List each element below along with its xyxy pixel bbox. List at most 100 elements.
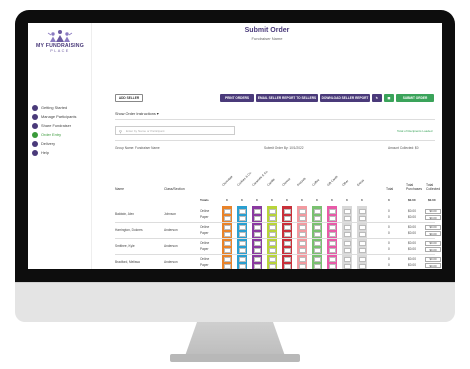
sidebar-item-share-fundraiser[interactable]: Share Fundraiser xyxy=(32,121,90,130)
sidebar-item-manage-participants[interactable]: Manage Participants xyxy=(32,112,90,121)
quantity-input[interactable] xyxy=(253,257,261,262)
quantity-input[interactable] xyxy=(253,209,261,214)
quantity-input[interactable] xyxy=(253,247,261,253)
quantity-input[interactable] xyxy=(313,263,321,269)
quantity-input[interactable] xyxy=(268,209,276,214)
quantity-input[interactable] xyxy=(328,215,336,221)
quantity-input[interactable] xyxy=(238,209,246,214)
quantity-input[interactable] xyxy=(343,231,351,237)
quantity-input[interactable] xyxy=(358,257,366,262)
quantity-input[interactable] xyxy=(328,241,336,246)
quantity-input[interactable] xyxy=(238,263,246,269)
quantity-input[interactable] xyxy=(283,247,291,253)
sidebar-item-getting-started[interactable]: Getting Started xyxy=(32,103,90,112)
quantity-input[interactable] xyxy=(268,263,276,269)
print-orders-button[interactable]: PRINT ORDERS xyxy=(220,94,254,102)
collected-online-input[interactable]: $0.00 xyxy=(425,240,441,246)
quantity-input[interactable] xyxy=(223,241,231,246)
quantity-input[interactable] xyxy=(313,247,321,253)
quantity-input[interactable] xyxy=(283,209,291,214)
quantity-input[interactable] xyxy=(268,225,276,230)
quantity-input[interactable] xyxy=(268,231,276,237)
quantity-input[interactable] xyxy=(298,263,306,269)
collected-paper-input[interactable]: $0.00 xyxy=(425,215,441,220)
download-seller-report-button[interactable]: DOWNLOAD SELLER REPORT xyxy=(320,94,370,102)
quantity-input[interactable] xyxy=(358,247,366,253)
quantity-input[interactable] xyxy=(268,257,276,262)
quantity-input[interactable] xyxy=(328,231,336,237)
quantity-input[interactable] xyxy=(223,263,231,269)
quantity-input[interactable] xyxy=(343,257,351,262)
order-instructions-toggle[interactable]: Show Order Instructions ▾ xyxy=(115,111,159,116)
quantity-input[interactable] xyxy=(238,247,246,253)
quantity-input[interactable] xyxy=(253,241,261,246)
quantity-input[interactable] xyxy=(358,241,366,246)
quantity-input[interactable] xyxy=(223,257,231,262)
sidebar-item-order-entry[interactable]: Order Entry xyxy=(32,130,90,139)
submit-order-button[interactable]: SUBMIT ORDER xyxy=(396,94,434,102)
quantity-input[interactable] xyxy=(268,247,276,253)
quantity-input[interactable] xyxy=(298,231,306,237)
quantity-input[interactable] xyxy=(358,231,366,237)
quantity-input[interactable] xyxy=(283,231,291,237)
quantity-input[interactable] xyxy=(298,257,306,262)
sidebar-item-delivery[interactable]: Delivery xyxy=(32,139,90,148)
quantity-input[interactable] xyxy=(253,263,261,269)
quantity-input[interactable] xyxy=(328,257,336,262)
quantity-input[interactable] xyxy=(283,257,291,262)
collected-paper-input[interactable]: $0.00 xyxy=(425,231,441,236)
quantity-input[interactable] xyxy=(298,209,306,214)
email-seller-report-button[interactable]: EMAIL SELLER REPORT TO SELLERS xyxy=(256,94,318,102)
quantity-input[interactable] xyxy=(343,241,351,246)
grid-button[interactable]: ▦ xyxy=(384,94,394,102)
quantity-input[interactable] xyxy=(283,225,291,230)
quantity-input[interactable] xyxy=(223,215,231,221)
quantity-input[interactable] xyxy=(283,215,291,221)
refresh-button[interactable]: ↻ xyxy=(372,94,382,102)
quantity-input[interactable] xyxy=(268,215,276,221)
quantity-input[interactable] xyxy=(313,215,321,221)
quantity-input[interactable] xyxy=(328,247,336,253)
quantity-input[interactable] xyxy=(358,225,366,230)
quantity-input[interactable] xyxy=(223,247,231,253)
search-input[interactable]: ⚲ Enter by Name or Participant xyxy=(115,126,235,135)
quantity-input[interactable] xyxy=(343,247,351,253)
quantity-input[interactable] xyxy=(283,241,291,246)
collected-online-input[interactable]: $0.00 xyxy=(425,208,441,214)
quantity-input[interactable] xyxy=(328,225,336,230)
quantity-input[interactable] xyxy=(238,257,246,262)
quantity-input[interactable] xyxy=(343,215,351,221)
quantity-input[interactable] xyxy=(283,263,291,269)
collected-online-input[interactable]: $0.00 xyxy=(425,224,441,230)
quantity-input[interactable] xyxy=(253,215,261,221)
quantity-input[interactable] xyxy=(238,231,246,237)
quantity-input[interactable] xyxy=(328,263,336,269)
add-seller-button[interactable]: ADD SELLER xyxy=(115,94,143,102)
quantity-input[interactable] xyxy=(223,231,231,237)
quantity-input[interactable] xyxy=(313,257,321,262)
collected-paper-input[interactable]: $0.00 xyxy=(425,247,441,252)
quantity-input[interactable] xyxy=(313,209,321,214)
quantity-input[interactable] xyxy=(343,263,351,269)
quantity-input[interactable] xyxy=(223,209,231,214)
quantity-input[interactable] xyxy=(298,225,306,230)
quantity-input[interactable] xyxy=(313,231,321,237)
quantity-input[interactable] xyxy=(253,225,261,230)
quantity-input[interactable] xyxy=(298,241,306,246)
quantity-input[interactable] xyxy=(358,263,366,269)
sidebar-item-help[interactable]: Help xyxy=(32,148,90,157)
quantity-input[interactable] xyxy=(298,215,306,221)
quantity-input[interactable] xyxy=(343,209,351,214)
quantity-input[interactable] xyxy=(313,241,321,246)
quantity-input[interactable] xyxy=(238,225,246,230)
quantity-input[interactable] xyxy=(343,225,351,230)
quantity-input[interactable] xyxy=(328,209,336,214)
quantity-input[interactable] xyxy=(358,215,366,221)
collected-paper-input[interactable]: $0.00 xyxy=(425,263,441,268)
quantity-input[interactable] xyxy=(298,247,306,253)
quantity-input[interactable] xyxy=(253,231,261,237)
quantity-input[interactable] xyxy=(358,209,366,214)
quantity-input[interactable] xyxy=(223,225,231,230)
collected-online-input[interactable]: $0.00 xyxy=(425,256,441,262)
quantity-input[interactable] xyxy=(238,215,246,221)
